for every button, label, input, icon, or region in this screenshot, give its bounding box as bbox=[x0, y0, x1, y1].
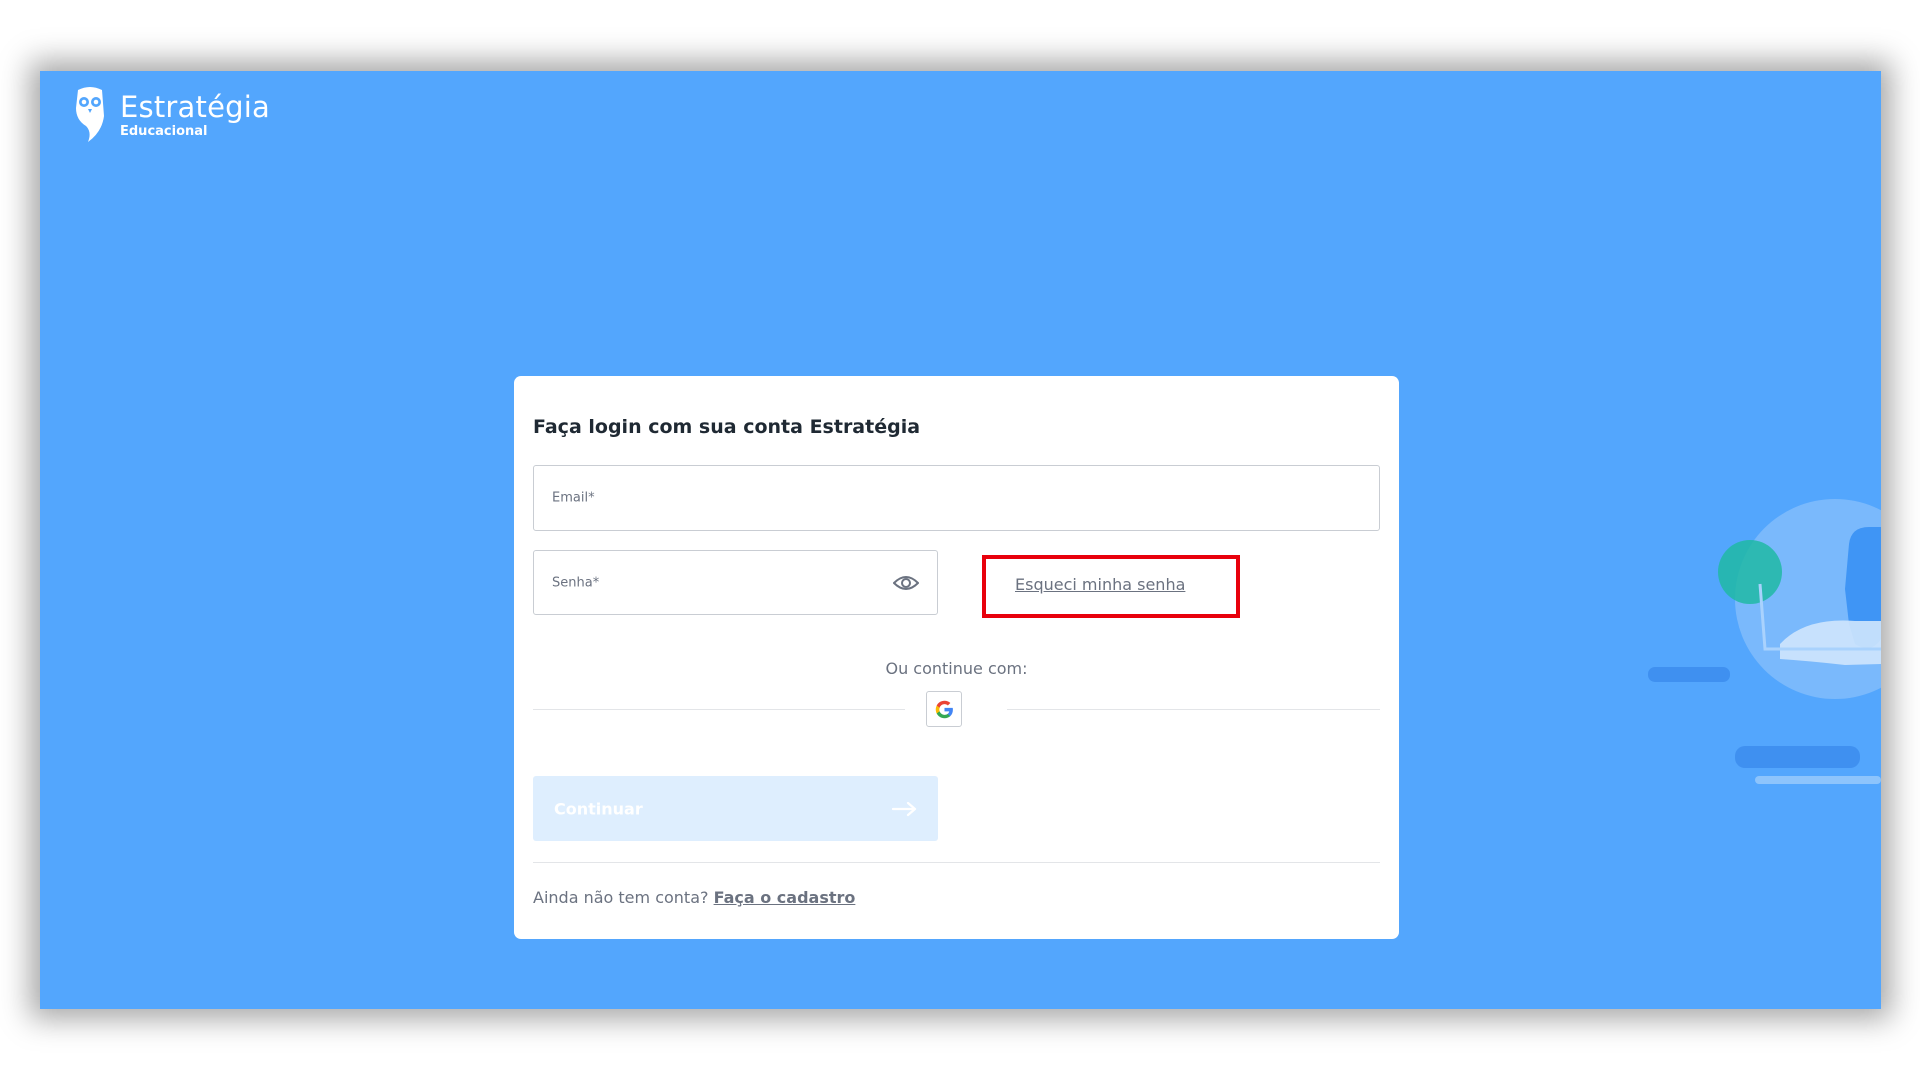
brand-tagline: Educacional bbox=[120, 123, 208, 139]
decorative-illustration bbox=[1648, 499, 1881, 784]
continue-label: Continuar bbox=[554, 799, 643, 818]
forgot-password-link[interactable]: Esqueci minha senha bbox=[1015, 575, 1185, 594]
eye-icon[interactable] bbox=[893, 574, 919, 592]
brand-name: Estratégia bbox=[120, 89, 270, 124]
page-viewport: Estratégia Educacional Faça login com su… bbox=[40, 71, 1881, 1009]
google-icon bbox=[935, 700, 953, 718]
card-divider bbox=[533, 862, 1380, 863]
arrow-right-icon bbox=[892, 801, 917, 816]
owl-logo-icon bbox=[76, 87, 104, 142]
brand-text: Estratégia Educacional bbox=[120, 89, 270, 139]
signup-row: Ainda não tem conta? Faça o cadastro bbox=[533, 888, 855, 907]
no-account-text: Ainda não tem conta? bbox=[533, 888, 709, 907]
password-field[interactable]: Senha* bbox=[533, 550, 938, 615]
divider-left bbox=[533, 709, 905, 710]
signup-link[interactable]: Faça o cadastro bbox=[714, 888, 856, 907]
password-label: Senha* bbox=[552, 575, 600, 590]
google-login-button[interactable] bbox=[926, 691, 962, 727]
screenshot-stage: Estratégia Educacional Faça login com su… bbox=[0, 0, 1920, 1080]
divider-right bbox=[1007, 709, 1380, 710]
email-label: Email* bbox=[552, 490, 595, 506]
login-card: Faça login com sua conta Estratégia Emai… bbox=[514, 376, 1399, 939]
or-continue-label: Ou continue com: bbox=[885, 659, 1028, 678]
continue-button[interactable]: Continuar bbox=[533, 776, 938, 841]
email-field[interactable]: Email* bbox=[533, 465, 1380, 531]
login-title: Faça login com sua conta Estratégia bbox=[533, 416, 921, 438]
brand-logo[interactable]: Estratégia Educacional bbox=[70, 86, 270, 144]
